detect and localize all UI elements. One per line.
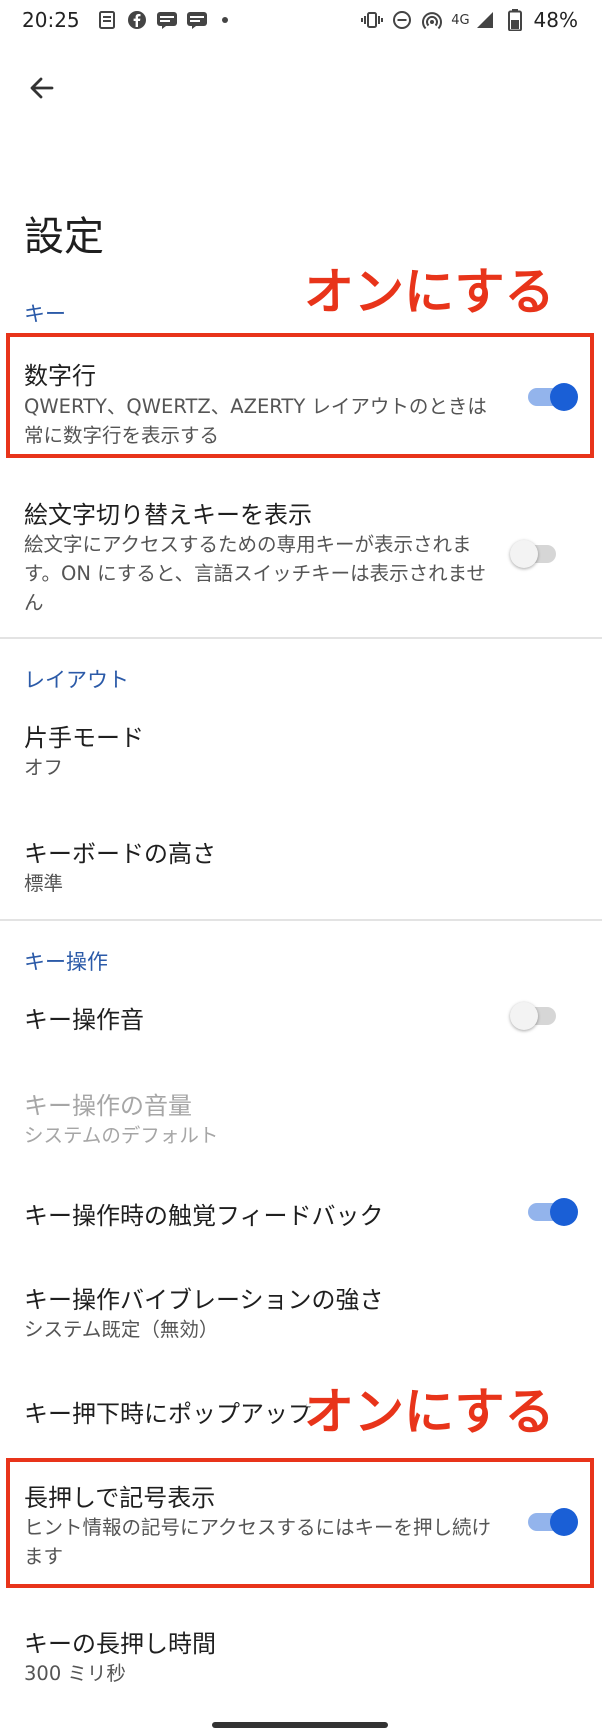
toggle-thumb: [550, 383, 578, 411]
setting-value: 300 ミリ秒: [24, 1662, 126, 1685]
setting-title: 片手モード: [24, 724, 144, 752]
setting-value: システムのデフォルト: [24, 1124, 219, 1147]
network-type: 4G: [451, 12, 470, 28]
setting-title: 絵文字切り替えキーを表示: [24, 501, 312, 529]
setting-description: ヒント情報の記号にアクセスするにはキーを押し続けます: [24, 1516, 492, 1568]
section-divider: [0, 919, 602, 921]
setting-long-press-symbols[interactable]: 長押しで記号表示 ヒント情報の記号にアクセスするにはキーを押し続けます: [0, 1462, 602, 1586]
notification-icons: [96, 9, 228, 31]
annotation-label: オンにする: [304, 1383, 555, 1441]
back-button[interactable]: [22, 68, 62, 108]
setting-value: システム既定（無効）: [24, 1318, 219, 1341]
setting-emoji-key[interactable]: 絵文字切り替えキーを表示 絵文字にアクセスするための専用キーが表示されます。ON…: [0, 480, 602, 630]
signal-icon: [474, 9, 496, 31]
section-header-key-press: キー操作: [24, 950, 108, 974]
toggle-thumb: [510, 1002, 538, 1030]
setting-title: キー押下時にポップアップ: [24, 1400, 312, 1428]
setting-title: キー操作バイブレーションの強さ: [24, 1286, 384, 1314]
setting-keyboard-height[interactable]: キーボードの高さ 標準: [0, 822, 602, 922]
setting-title: キー操作時の触覚フィードバック: [24, 1202, 384, 1230]
battery-icon: [504, 9, 526, 31]
section-header-layout: レイアウト: [24, 668, 129, 692]
battery-percent: 48%: [533, 8, 578, 32]
emoji-key-toggle[interactable]: [510, 538, 562, 568]
setting-haptic-feedback[interactable]: キー操作時の触覚フィードバック: [0, 1184, 602, 1244]
dnd-icon: [391, 9, 413, 31]
annotation-label: オンにする: [304, 263, 555, 321]
setting-value: 標準: [24, 872, 64, 895]
setting-title: キー操作音: [24, 1006, 144, 1034]
vibrate-icon: [361, 9, 384, 31]
back-arrow-icon: [30, 77, 54, 99]
more-notifications-dot: [222, 17, 228, 23]
number-row-toggle[interactable]: [526, 381, 578, 411]
status-time: 20:25: [22, 8, 80, 32]
facebook-icon: [126, 9, 148, 31]
setting-description: QWERTY、QWERTZ、AZERTY レイアウトのときは常に数字行を表示する: [24, 395, 487, 447]
key-sound-toggle[interactable]: [510, 1000, 562, 1030]
setting-title: 長押しで記号表示: [24, 1484, 216, 1512]
toggle-thumb: [550, 1198, 578, 1226]
setting-title: キーボードの高さ: [24, 840, 216, 868]
section-divider: [0, 637, 602, 639]
setting-title: 数字行: [24, 362, 96, 390]
system-icons: 4G 48%: [361, 8, 578, 32]
gesture-nav-handle[interactable]: [212, 1722, 388, 1728]
setting-number-row[interactable]: 数字行 QWERTY、QWERTZ、AZERTY レイアウトのときは常に数字行を…: [0, 338, 602, 458]
setting-title: キーの長押し時間: [24, 1630, 216, 1658]
line-icon: [186, 9, 208, 31]
setting-key-volume: キー操作の音量 システムのデフォルト: [0, 1074, 602, 1174]
long-press-symbols-toggle[interactable]: [526, 1506, 578, 1536]
status-bar: 20:25 4G 48%: [0, 0, 602, 42]
toggle-thumb: [510, 540, 538, 568]
haptic-feedback-toggle[interactable]: [526, 1196, 578, 1226]
setting-value: オフ: [24, 756, 64, 779]
setting-description: 絵文字にアクセスするための専用キーが表示されます。ON にすると、言語スイッチキ…: [24, 533, 487, 614]
section-header-keys: キー: [24, 302, 66, 326]
setting-title: キー操作の音量: [24, 1092, 192, 1120]
line-icon: [156, 9, 178, 31]
toggle-thumb: [550, 1508, 578, 1536]
setting-one-handed-mode[interactable]: 片手モード オフ: [0, 706, 602, 806]
setting-key-sound[interactable]: キー操作音: [0, 988, 602, 1048]
setting-long-press-delay[interactable]: キーの長押し時間 300 ミリ秒: [0, 1612, 602, 1712]
page-title: 設定: [24, 214, 104, 260]
setting-vibration-strength[interactable]: キー操作バイブレーションの強さ システム既定（無効）: [0, 1268, 602, 1368]
hotspot-icon: [421, 9, 443, 31]
news-icon: [96, 9, 118, 31]
